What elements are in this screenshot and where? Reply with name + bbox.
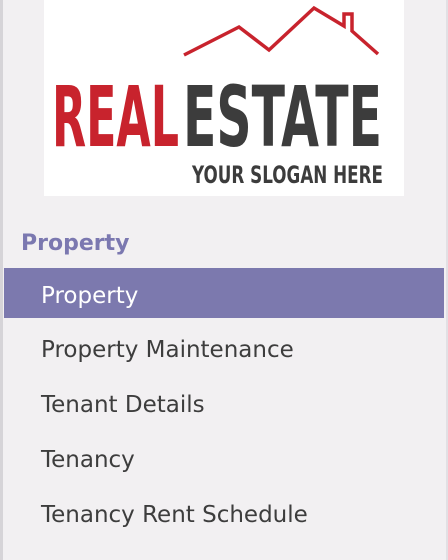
sidebar-item-property-maintenance[interactable]: Property Maintenance <box>4 323 444 373</box>
sidebar-item-tenant-details[interactable]: Tenant Details <box>4 378 444 428</box>
sidebar-item-tenancy-rent-schedule[interactable]: Tenancy Rent Schedule <box>4 488 444 538</box>
sidebar-item-property[interactable]: Property <box>4 268 444 318</box>
house-roof-icon <box>183 5 380 57</box>
logo-word-real: REAL <box>52 68 179 166</box>
sidebar-item-tenancy[interactable]: Tenancy <box>4 433 444 483</box>
logo-word-estate: ESTATE <box>183 68 382 166</box>
sidebar-left-border <box>0 0 3 560</box>
company-logo[interactable]: REAL ESTATE YOUR SLOGAN HERE <box>44 0 404 196</box>
sidebar-section-title: Property <box>21 231 130 256</box>
sidebar-menu: Property Property Maintenance Tenant Det… <box>4 268 444 543</box>
logo-slogan: YOUR SLOGAN HERE <box>191 161 383 189</box>
